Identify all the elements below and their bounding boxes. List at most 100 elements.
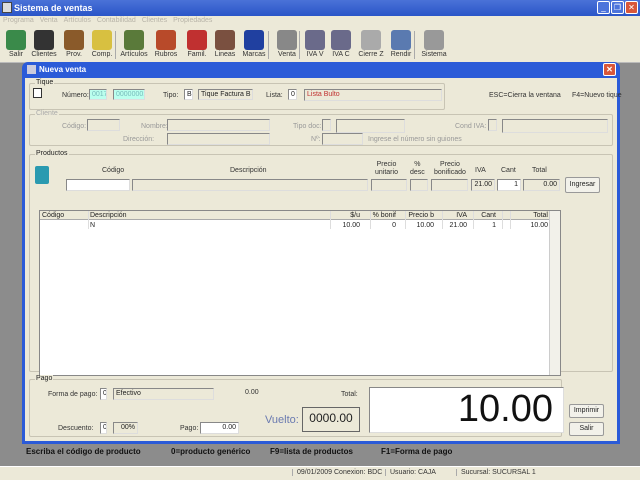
status-usuario: Usuario: CAJA xyxy=(385,469,436,476)
status-sucursal: Sucursal: SUCURSAL 1 xyxy=(456,469,536,476)
status-date: 09/01/2009 xyxy=(292,469,332,476)
toolbar-button-rendir[interactable]: Rendir xyxy=(387,30,415,58)
toolbar-label: Salir xyxy=(8,51,23,58)
toolbar-button-ivav[interactable]: IVA V xyxy=(301,30,329,58)
grid-cell[interactable]: 10.00 xyxy=(342,222,360,229)
grid-header-cell[interactable]: $/u xyxy=(350,212,360,219)
exit-icon xyxy=(6,30,26,50)
tipo-desc-field: Tique Factura B xyxy=(198,89,253,100)
grid-cell[interactable]: 10.00 xyxy=(530,222,548,229)
grid-header-cell[interactable]: % bonif xyxy=(373,212,396,219)
toolbar-button-clientes[interactable]: Clientes xyxy=(30,30,58,58)
minimize-button[interactable]: _ xyxy=(597,1,610,14)
dialog-close-button[interactable]: ✕ xyxy=(603,63,616,76)
nueva-venta-dialog: Nueva venta ✕ Tique Número: 0017 0000000… xyxy=(22,62,622,456)
cant-col-label: Cant xyxy=(501,167,516,174)
grid-header-cell[interactable]: Cant xyxy=(481,212,496,219)
grid-column-divider xyxy=(405,211,406,229)
grid-header-cell[interactable]: Total xyxy=(533,212,548,219)
toolbar-label: Rubros xyxy=(154,51,178,58)
grid-header-cell[interactable]: Código xyxy=(42,212,64,219)
descuento-input[interactable]: 0 xyxy=(100,422,107,434)
cliente-direccion-field[interactable] xyxy=(167,133,270,145)
grid-header-cell[interactable]: Precio b xyxy=(408,212,434,219)
producto-codigo-input[interactable] xyxy=(66,179,130,191)
grid-cell[interactable]: N xyxy=(90,222,95,229)
menu-programa[interactable]: Programa xyxy=(3,17,34,24)
cliente-codigo-field[interactable] xyxy=(87,119,120,131)
desc-field xyxy=(410,179,428,191)
toolbar-button-salir[interactable]: Salir xyxy=(2,30,30,58)
articles-icon xyxy=(124,30,144,50)
grid-header-cell[interactable]: Descripción xyxy=(90,212,127,219)
toolbar-button-sistema[interactable]: Sistema xyxy=(420,30,448,58)
toolbar-button-famil[interactable]: Famil. xyxy=(183,30,211,58)
hint-f1: F1=Forma de pago xyxy=(381,447,453,456)
toolbar-button-artculos[interactable]: Artículos xyxy=(120,30,148,58)
tipo-doc-field[interactable] xyxy=(322,119,331,131)
toolbar-separator xyxy=(414,31,415,59)
menu-clientes[interactable]: Clientes xyxy=(142,17,167,24)
descuento-label: Descuento: xyxy=(58,425,94,432)
total-display: 10.00 xyxy=(369,387,564,433)
direccion-label: Dirección: xyxy=(123,136,155,143)
menu-venta[interactable]: Venta xyxy=(40,17,58,24)
imprimir-button[interactable]: Imprimir xyxy=(569,404,604,418)
products-grid[interactable]: Código Descripción $/u % bonif Precio b IVA Ca… xyxy=(39,210,561,376)
cliente-nombre-field[interactable] xyxy=(167,119,270,131)
toolbar-button-cierrez[interactable]: Cierre Z xyxy=(357,30,385,58)
menu-contabilidad[interactable]: Contabilidad xyxy=(97,17,136,24)
toolbar-label: Clientes xyxy=(31,51,57,58)
forma-pago-input[interactable]: 0 xyxy=(100,388,107,400)
nro-hint: Ingrese el número sin guiones xyxy=(368,136,462,143)
toolbar-button-marcas[interactable]: Marcas xyxy=(240,30,268,58)
precio-unitario-label: Precio unitario xyxy=(375,161,398,176)
restore-button[interactable]: ❐ xyxy=(611,1,624,14)
forma-pago-desc-field: Efectivo xyxy=(113,388,214,400)
salir-button[interactable]: Salir xyxy=(569,422,604,436)
tipo-field[interactable]: B xyxy=(184,89,193,100)
grid-cell[interactable]: 0 xyxy=(392,222,396,229)
grid-scrollbar[interactable] xyxy=(549,211,560,375)
grid-cell[interactable]: 1 xyxy=(492,222,496,229)
hint-generico: 0=producto genérico xyxy=(171,447,251,456)
grid-cell[interactable]: 21.00 xyxy=(449,222,467,229)
grid-cell[interactable]: 10.00 xyxy=(416,222,434,229)
purchase-icon xyxy=(92,30,112,50)
nombre-label: Nombre: xyxy=(141,123,168,130)
cond-iva-desc-field xyxy=(502,119,608,133)
register-icon xyxy=(361,30,381,50)
receipt-icon xyxy=(33,88,42,98)
pago-legend: Pago xyxy=(35,375,54,382)
pago-label: Pago: xyxy=(180,425,199,432)
tipo-label: Tipo: xyxy=(163,92,179,99)
toolbar-button-venta[interactable]: Venta xyxy=(273,30,301,58)
cliente-legend: Cliente xyxy=(35,110,59,117)
toolbar-button-ivac[interactable]: IVA C xyxy=(327,30,355,58)
close-button[interactable]: ✕ xyxy=(625,1,638,14)
ingresar-button[interactable]: Ingresar xyxy=(565,177,600,193)
nro-doc-field[interactable] xyxy=(322,133,363,145)
report-icon xyxy=(391,30,411,50)
app-title-bar: Sistema de ventas xyxy=(0,0,640,16)
lista-label: Lista: xyxy=(266,92,283,99)
grid-header-cell[interactable]: IVA xyxy=(456,212,467,219)
cond-iva-field[interactable] xyxy=(488,119,497,131)
vuelto-label: Vuelto: xyxy=(265,414,299,426)
dialog-title: Nueva venta xyxy=(39,65,87,74)
cant-input[interactable]: 1 xyxy=(497,179,521,191)
toolbar-button-prov[interactable]: Prov. xyxy=(60,30,88,58)
pago-input[interactable]: 0.00 xyxy=(200,422,239,434)
hint-codigo: Escriba el código de producto xyxy=(26,447,141,456)
lista-field[interactable]: 0 xyxy=(288,89,297,100)
toolbar-label: Venta xyxy=(278,51,296,58)
forma-pago-monto: 0.00 xyxy=(245,389,259,396)
toolbar-button-rubros[interactable]: Rubros xyxy=(152,30,180,58)
menu-articulos[interactable]: Artículos xyxy=(64,17,91,24)
toolbar-label: Cierre Z xyxy=(358,51,384,58)
toolbar-button-comp[interactable]: Comp. xyxy=(88,30,116,58)
menu-propiedades[interactable]: Propiedades xyxy=(173,17,212,24)
app-title: Sistema de ventas xyxy=(14,3,93,13)
toolbar-button-lineas[interactable]: Lineas xyxy=(211,30,239,58)
cond-iva-label: Cond IVA: xyxy=(455,123,487,130)
